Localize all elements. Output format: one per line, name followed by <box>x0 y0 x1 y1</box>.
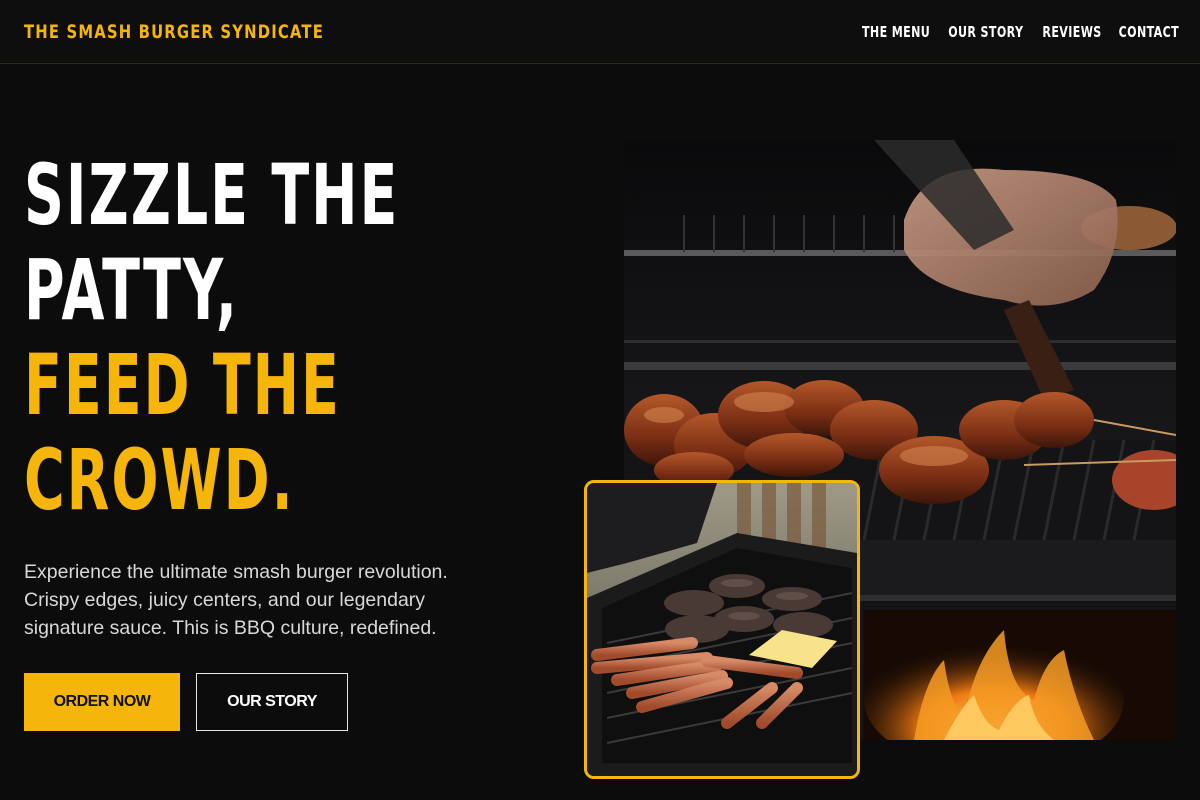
hero-title-line-2: PATTY, <box>24 241 239 339</box>
our-story-button[interactable]: OUR STORY <box>196 673 348 731</box>
nav-link-reviews[interactable]: REVIEWS <box>1043 23 1102 41</box>
top-navbar: THE SMASH BURGER SYNDICATE THE MENU OUR … <box>0 0 1200 64</box>
hero-description-line-2: Crispy edges, juicy centers, and our leg… <box>24 589 426 611</box>
hero-description-line-3: signature sauce. This is BBQ culture, re… <box>24 617 437 639</box>
hero-title-line-1: SIZZLE THE <box>24 146 400 244</box>
nav-link-menu[interactable]: THE MENU <box>862 23 930 41</box>
brand-logo[interactable]: THE SMASH BURGER SYNDICATE <box>24 21 324 43</box>
nav-link-our-story[interactable]: OUR STORY <box>948 23 1023 41</box>
nav-links: THE MENU OUR STORY REVIEWS CONTACT <box>850 23 1179 41</box>
patties-grill-photo <box>584 480 860 779</box>
nav-link-contact[interactable]: CONTACT <box>1119 23 1179 41</box>
hero-title: SIZZLE THE PATTY, FEED THE CROWD. <box>24 148 399 528</box>
hero-description: Experience the ultimate smash burger rev… <box>24 558 504 642</box>
hero-description-line-1: Experience the ultimate smash burger rev… <box>24 561 448 583</box>
hero-title-line-4: CROWD. <box>24 431 295 529</box>
hero-title-line-3: FEED THE <box>24 336 341 434</box>
order-now-button[interactable]: ORDER NOW <box>24 673 180 731</box>
